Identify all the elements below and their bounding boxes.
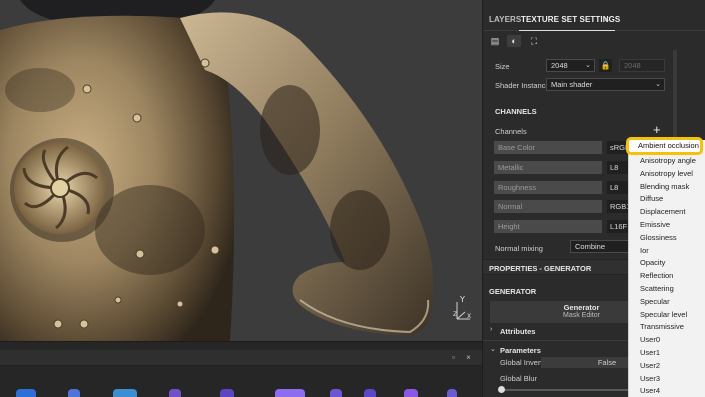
channel-name: Base Color [494,141,602,154]
add-channel-button[interactable]: + [653,122,661,137]
global-blur-slider-handle[interactable] [498,386,505,393]
channel-format[interactable]: RGB1 [607,200,629,213]
menu-item[interactable]: Glossiness [629,231,705,244]
chevron-down-icon: ⌄ [655,81,661,88]
chevron-down-icon: ⌄ [585,62,591,69]
shelf-thumbnail[interactable] [404,389,418,397]
lock-icon[interactable]: 🔒 [599,59,612,72]
menu-item[interactable]: Displacement [629,205,705,218]
chevron-down-icon[interactable]: ⌄ [490,345,496,353]
global-blur-label: Global Blur [500,374,538,383]
menu-item[interactable]: Opacity [629,256,705,269]
parameters-section[interactable]: Parameters [500,346,541,355]
tab-layers[interactable]: LAYERS [489,15,521,24]
shelf-thumbnail[interactable] [220,389,234,397]
menu-item-highlighted[interactable]: Ambient occlusion [626,137,703,155]
menu-item[interactable]: Scattering [629,282,705,295]
menu-item[interactable]: Anisotropy angle [629,154,705,167]
close-icon[interactable]: × [464,353,473,362]
gizmo-z-label: Z [453,311,458,318]
channel-format[interactable]: L16F [607,220,629,233]
menu-item[interactable]: User0 [629,333,705,346]
shelf-thumbnail[interactable] [275,389,305,397]
channel-format[interactable]: L8 [607,161,629,174]
channel-name: Roughness [494,181,602,194]
channels-header: CHANNELS [495,107,537,116]
menu-item[interactable]: Anisotropy level [629,167,705,180]
shelf-thumbnail[interactable] [447,389,457,397]
channel-name: Height [494,220,602,233]
menu-item[interactable]: User2 [629,359,705,372]
attributes-section[interactable]: Attributes [500,327,535,336]
gizmo-x-label: X [467,313,472,320]
menu-item[interactable]: Diffuse [629,192,705,205]
shader-instance-label: Shader Instance [495,81,550,90]
menu-item[interactable]: User1 [629,346,705,359]
shelf-thumbnail[interactable] [16,389,36,397]
shelf-thumbnail[interactable] [113,389,137,397]
texture-set-list-icon[interactable]: ▤ [488,35,502,47]
add-channel-menu: Anisotropy angle Anisotropy level Blendi… [628,140,705,397]
global-invert-label: Global Invert [500,358,543,367]
uv-crop-icon[interactable]: ⛶ [527,35,541,47]
normal-mixing-select[interactable]: Combine [570,240,630,253]
shelf-thumbnail[interactable] [330,389,342,397]
panel-tabs: LAYERS TEXTURE SET SETTINGS × [483,10,705,31]
generator-header: GENERATOR [489,287,537,296]
restore-icon[interactable]: ▫ [449,353,458,362]
menu-item[interactable]: Reflection [629,269,705,282]
size-linked-field: 2048 [619,59,665,72]
gizmo-y-label: Y [460,295,465,304]
shelf-thumbnail[interactable] [364,389,376,397]
channel-name: Metallic [494,161,602,174]
normal-mixing-label: Normal mixing [495,244,543,253]
menu-item[interactable]: Transmissive [629,320,705,333]
shelf-header [0,350,482,366]
active-tab-underline [519,30,615,31]
size-select[interactable]: 2048 ⌄ [546,59,595,72]
shader-instance-select[interactable]: Main shader ⌄ [546,78,665,91]
menu-item[interactable]: Specular [629,295,705,308]
model-render [0,0,482,341]
size-label: Size [495,62,510,71]
shelf-thumbnail[interactable] [169,389,181,397]
close-tab-icon[interactable]: × [604,14,609,24]
menu-item[interactable]: Emissive [629,218,705,231]
menu-item[interactable]: User4 [629,384,705,397]
properties-header: PROPERTIES - GENERATOR [489,264,592,273]
3d-viewport[interactable]: Y Z X [0,0,482,341]
settings-sphere-icon[interactable]: ◐ [507,35,521,47]
channel-format[interactable]: L8 [607,181,629,194]
axis-gizmo: Y Z X [453,295,473,323]
chevron-right-icon[interactable]: › [490,326,492,333]
shelf-thumbnail[interactable] [68,389,80,397]
channel-name: Normal [494,200,602,213]
channels-label: Channels [495,127,527,136]
